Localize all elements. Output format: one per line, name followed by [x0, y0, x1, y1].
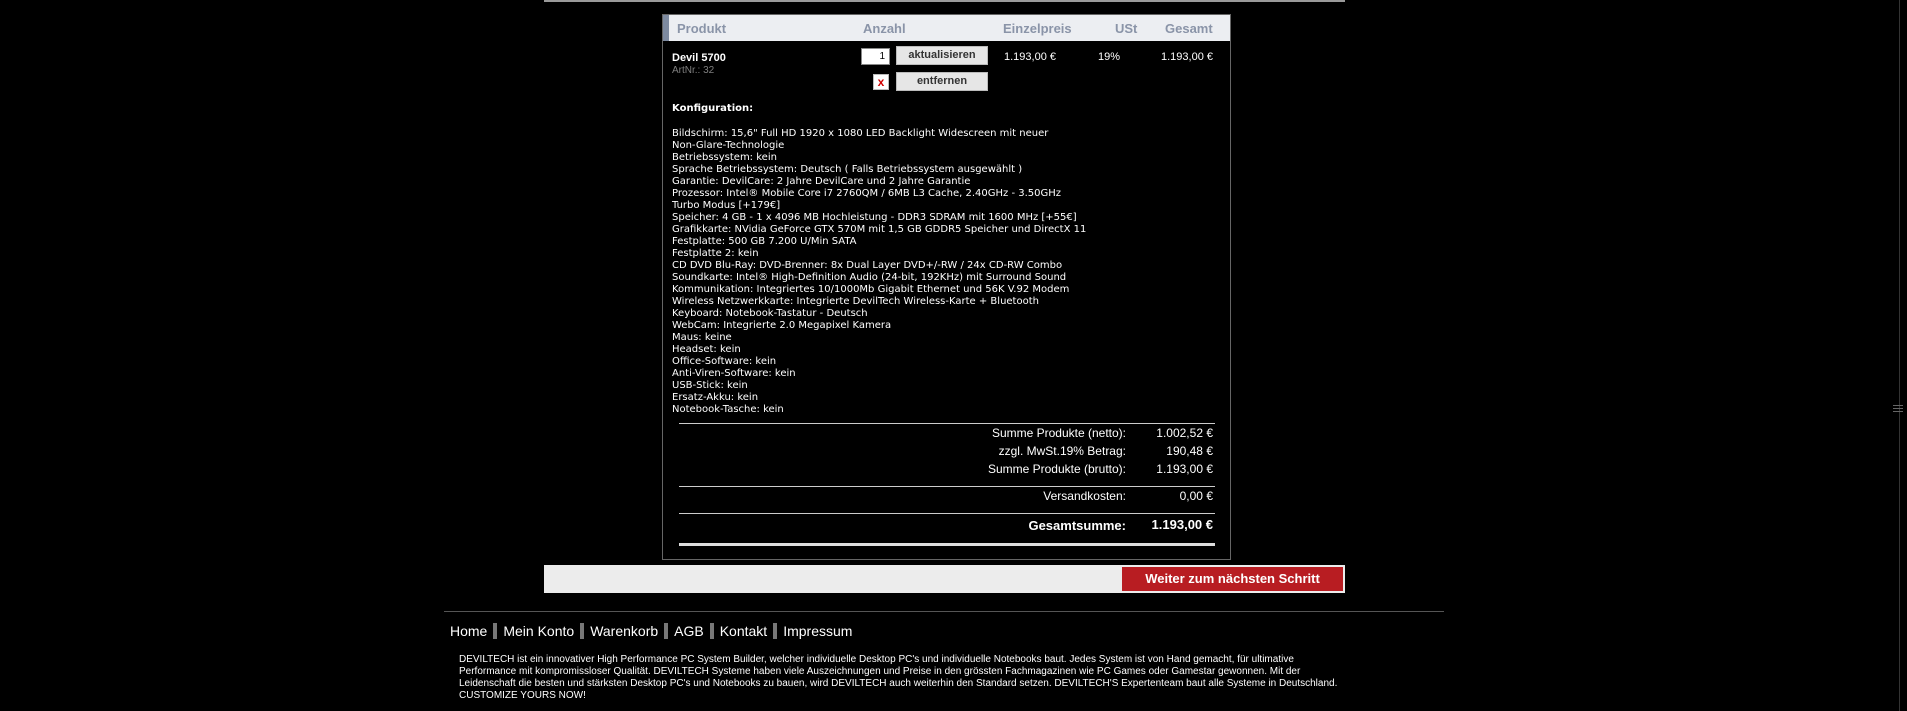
config-line: Grafikkarte: NVidia GeForce GTX 570M mit… [672, 224, 1087, 235]
top-divider [544, 0, 1345, 2]
col-gesamt: Gesamt [1165, 21, 1213, 36]
product-name: Devil 5700 [672, 52, 726, 64]
bottom-divider [679, 543, 1215, 546]
brutto-label: Summe Produkte (brutto): [987, 462, 1126, 476]
vat-rate: 19% [1098, 51, 1121, 63]
config-title: Konfiguration: [672, 103, 754, 114]
config-line: CD DVD Blu-Ray: DVD-Brenner: 8x Dual Lay… [672, 260, 1063, 271]
col-anzahl: Anzahl [863, 21, 906, 36]
gesamt-label: Gesamtsumme: [1028, 518, 1126, 533]
config-line: Soundkarte: Intel® High-Definition Audio… [672, 272, 1067, 283]
about-text: DEVILTECH ist ein innovativer High Perfo… [459, 654, 1338, 701]
config-line: Ersatz-Akku: kein [672, 392, 759, 403]
footer-divider [444, 611, 1444, 612]
config-line: Kommunikation: Integriertes 10/1000Mb Gi… [672, 284, 1070, 295]
config-line: Betriebssystem: kein [672, 152, 777, 163]
config-line: USB-Stick: kein [672, 380, 748, 391]
config-line: Anti-Viren-Software: kein [672, 368, 796, 379]
config-line: Non-Glare-Technologie [672, 140, 785, 151]
config-line: Festplatte: 500 GB 7.200 U/Min SATA [672, 236, 857, 247]
scrollbar[interactable] [1889, 0, 1907, 711]
product-artnr: ArtNr.: 32 [672, 65, 715, 76]
config-line: Headset: kein [672, 344, 741, 355]
versand-value: 0,00 € [1179, 489, 1213, 503]
col-einzelpreis: Einzelpreis [1003, 21, 1072, 36]
remove-button[interactable]: entfernen [896, 72, 988, 91]
versand-label: Versandkosten: [1043, 489, 1126, 503]
update-button[interactable]: aktualisieren [896, 46, 988, 65]
mwst-value: 190,48 € [1166, 444, 1213, 458]
grand-total-divider [679, 513, 1215, 514]
footer-link[interactable]: Warenkorb [590, 623, 658, 639]
config-line: Notebook-Tasche: kein [672, 404, 784, 415]
config-line: WebCam: Integrierte 2.0 Megapixel Kamera [672, 320, 892, 331]
nav-separator [580, 623, 585, 639]
brutto-value: 1.193,00 € [1156, 462, 1213, 476]
config-line: Turbo Modus [+179€] [672, 200, 781, 211]
nav-separator [493, 623, 498, 639]
scrollbar-track-line [1899, 0, 1900, 711]
netto-label: Summe Produkte (netto): [991, 426, 1126, 440]
config-line: Wireless Netzwerkkarte: Integrierte Devi… [672, 296, 1039, 307]
totals-divider [679, 423, 1215, 424]
nav-separator [773, 623, 778, 639]
header-accent [663, 15, 669, 41]
footer-link[interactable]: Kontakt [720, 623, 767, 639]
config-line: Sprache Betriebssystem: Deutsch ( Falls … [672, 164, 1023, 175]
cart-header: Produkt Anzahl Einzelpreis USt Gesamt [663, 15, 1230, 41]
mwst-label: zzgl. MwSt.19% Betrag: [998, 444, 1126, 458]
scrollbar-grip-icon[interactable] [1892, 403, 1904, 417]
config-line: Office-Software: kein [672, 356, 777, 367]
footer-link[interactable]: Mein Konto [503, 623, 574, 639]
col-ust: USt [1115, 21, 1138, 36]
config-line: Garantie: DevilCare: 2 Jahre DevilCare u… [672, 176, 971, 187]
unit-price: 1.193,00 € [1004, 51, 1056, 63]
footer-nav: Home Mein Konto Warenkorb AGB Kontakt Impress… [450, 623, 852, 639]
gesamt-value: 1.193,00 € [1151, 517, 1213, 532]
col-produkt: Produkt [677, 21, 727, 36]
cart-table: Produkt Anzahl Einzelpreis USt Gesamt De… [662, 14, 1231, 560]
nav-separator [664, 623, 669, 639]
config-line: Maus: keine [672, 332, 732, 343]
config-line: Bildschirm: 15,6" Full HD 1920 x 1080 LE… [672, 128, 1049, 139]
config-line: Keyboard: Notebook-Tastatur - Deutsch [672, 308, 868, 319]
footer-link[interactable]: AGB [674, 623, 704, 639]
config-list: Bildschirm: 15,6" Full HD 1920 x 1080 LE… [672, 128, 1192, 416]
remove-x-icon[interactable]: x [873, 74, 889, 90]
next-step-button[interactable]: Weiter zum nächsten Schritt [1122, 567, 1343, 591]
footer-link[interactable]: Home [450, 623, 487, 639]
config-line: Prozessor: Intel® Mobile Core i7 2760QM … [672, 188, 1062, 199]
netto-value: 1.002,52 € [1156, 426, 1213, 440]
quantity-input[interactable] [861, 48, 890, 65]
nav-separator [709, 623, 714, 639]
config-line: Festplatte 2: kein [672, 248, 759, 259]
footer-link[interactable]: Impressum [783, 623, 852, 639]
line-total: 1.193,00 € [1161, 51, 1213, 63]
config-line: Speicher: 4 GB - 1 x 4096 MB Hochleistun… [672, 212, 1077, 223]
shipping-divider [679, 486, 1215, 487]
